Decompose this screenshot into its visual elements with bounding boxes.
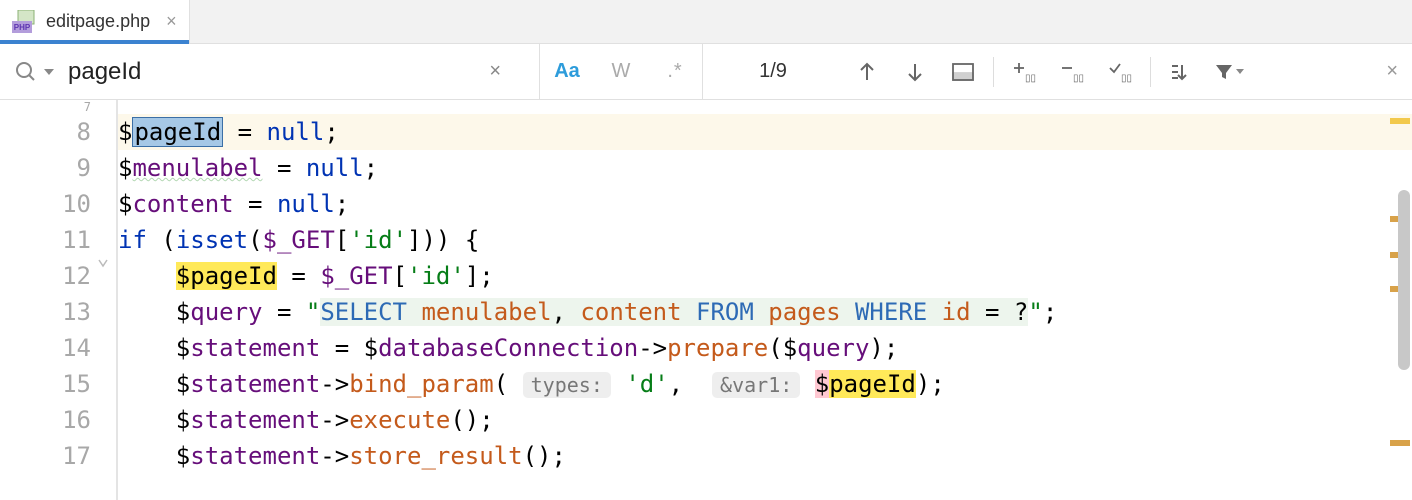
code-line: $statement->execute(); <box>118 402 1412 438</box>
svg-text:▯▯: ▯▯ <box>1121 73 1132 83</box>
code-line: $query = "SELECT menulabel, content FROM… <box>118 294 1412 330</box>
add-selection-button[interactable]: ▯▯ <box>1000 44 1048 99</box>
search-icon[interactable] <box>14 60 38 84</box>
whole-word-toggle[interactable]: W <box>594 44 648 99</box>
find-marker[interactable] <box>1390 440 1410 446</box>
code-line: $statement->bind_param( types: 'd', &var… <box>118 366 1412 402</box>
fold-marker-icon[interactable] <box>96 256 110 270</box>
php-file-icon: PHP <box>12 10 38 34</box>
find-history-icon[interactable] <box>511 61 539 83</box>
filter-button[interactable] <box>1205 44 1253 99</box>
find-input-section: × <box>0 44 540 99</box>
code-line: $statement->store_result(); <box>118 438 1412 474</box>
code-line: $pageId = $_GET['id']; <box>118 258 1412 294</box>
code-line: if (isset($_GET['id'])) { <box>118 222 1412 258</box>
fold-column <box>104 100 118 500</box>
code-content[interactable]: $pageId = null; $menulabel = null; $cont… <box>118 100 1412 500</box>
find-bar: × Aa W .* 1/9 ▯▯ ▯▯ ▯▯ <box>0 44 1412 100</box>
code-line: $content = null; <box>118 186 1412 222</box>
tab-bar: PHP editpage.php × <box>0 0 1412 44</box>
line-number-gutter: 7 8 9 10 11 12 13 14 15 16 17 <box>0 100 104 500</box>
find-actions: ▯▯ ▯▯ ▯▯ <box>843 44 1253 99</box>
close-tab-icon[interactable]: × <box>166 11 177 32</box>
code-line: $pageId = null; <box>118 114 1412 150</box>
regex-toggle[interactable]: .* <box>648 44 702 99</box>
prev-match-button[interactable] <box>843 44 891 99</box>
match-case-toggle[interactable]: Aa <box>540 44 594 99</box>
clear-find-icon[interactable]: × <box>479 60 511 83</box>
file-tab[interactable]: PHP editpage.php × <box>0 0 190 43</box>
scroll-marker-track[interactable] <box>1388 100 1412 500</box>
warning-marker[interactable] <box>1390 118 1410 124</box>
code-editor[interactable]: 7 8 9 10 11 12 13 14 15 16 17 $pageId = … <box>0 100 1412 500</box>
code-line: $menulabel = null; <box>118 150 1412 186</box>
svg-text:PHP: PHP <box>14 23 31 32</box>
filter-lines-button[interactable] <box>1157 44 1205 99</box>
svg-text:▯▯: ▯▯ <box>1025 73 1036 83</box>
select-all-button[interactable] <box>939 44 987 99</box>
find-input[interactable] <box>68 58 479 86</box>
next-match-button[interactable] <box>891 44 939 99</box>
tab-filename: editpage.php <box>46 11 150 32</box>
search-dropdown-icon[interactable] <box>44 67 54 77</box>
scroll-thumb[interactable] <box>1398 190 1410 370</box>
code-line: $statement = $databaseConnection->prepar… <box>118 330 1412 366</box>
svg-text:▯▯: ▯▯ <box>1073 73 1084 83</box>
match-count: 1/9 <box>703 60 843 83</box>
close-find-icon[interactable]: × <box>1386 60 1398 83</box>
remove-selection-button[interactable]: ▯▯ <box>1048 44 1096 99</box>
find-options: Aa W .* <box>540 44 703 99</box>
select-all-occurrences-button[interactable]: ▯▯ <box>1096 44 1144 99</box>
